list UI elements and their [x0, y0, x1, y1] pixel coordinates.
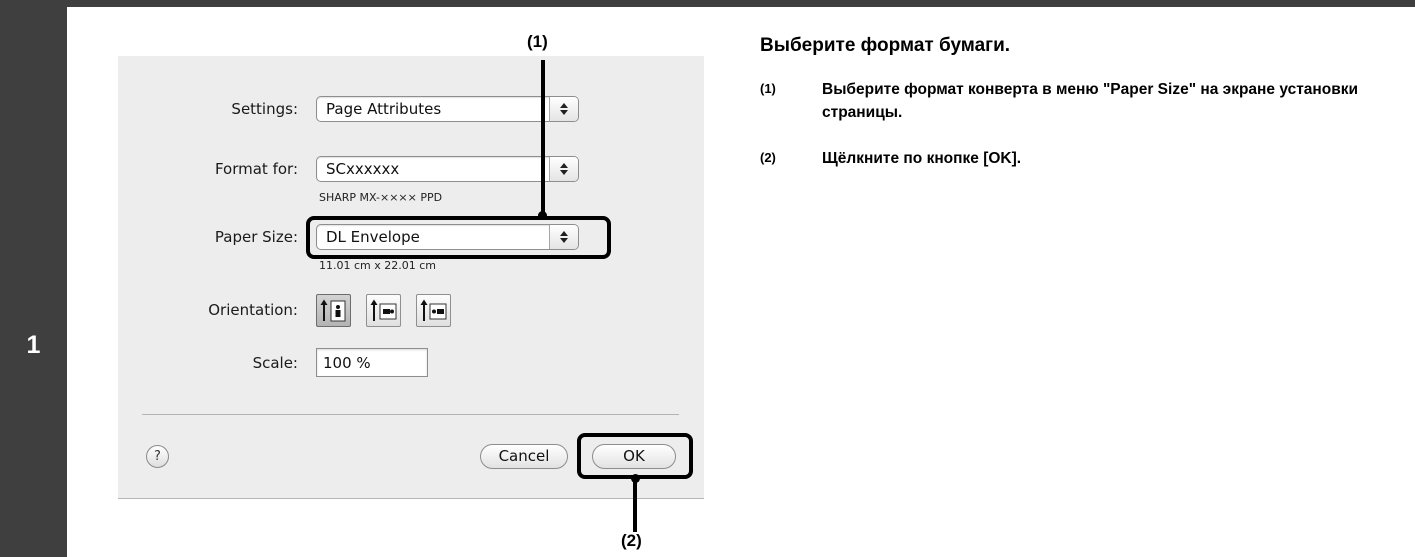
- step-sidebar: 1: [0, 0, 67, 557]
- callout-1-highlight: [306, 216, 611, 259]
- paper-dimensions-text: 11.01 cm x 22.01 cm: [319, 259, 437, 272]
- landscape-orientation-button[interactable]: [366, 294, 401, 327]
- orientation-label: Orientation:: [208, 301, 298, 319]
- callout-1-leader: [541, 60, 545, 216]
- scale-value: 100 %: [323, 354, 371, 372]
- landscape-reversed-orientation-button[interactable]: [416, 294, 451, 327]
- portrait-icon: [320, 299, 346, 322]
- settings-value: Page Attributes: [326, 100, 442, 118]
- instruction-1-text: Выберите формат конверта в меню "Paper S…: [822, 81, 1359, 121]
- format-for-popup[interactable]: SCxxxxxx: [316, 156, 579, 182]
- instruction-1-number: (1): [760, 81, 776, 96]
- instruction-2-text: Щёлкните по кнопке [OK].: [822, 150, 1022, 167]
- step-number: 1: [26, 331, 41, 359]
- dialog-separator: [142, 414, 679, 415]
- updown-arrows-icon: [549, 157, 578, 181]
- scale-input[interactable]: 100 %: [316, 348, 428, 377]
- help-button[interactable]: ?: [146, 445, 169, 468]
- updown-arrows-icon: [549, 97, 578, 121]
- landscape-icon: [370, 299, 397, 321]
- printer-model-text: SHARP MX-×××× PPD: [319, 191, 443, 204]
- callout-2-label: (2): [621, 531, 642, 550]
- callout-1-label: (1): [527, 32, 548, 51]
- callout-2-leader: [633, 478, 637, 532]
- paper-size-label: Paper Size:: [214, 228, 298, 246]
- format-for-value: SCxxxxxx: [326, 160, 400, 178]
- cancel-button[interactable]: Cancel: [480, 444, 568, 469]
- portrait-orientation-button[interactable]: [316, 294, 351, 327]
- header-rule: [0, 0, 1415, 7]
- landscape-reversed-icon: [420, 299, 447, 321]
- instruction-2-number: (2): [760, 150, 776, 165]
- format-for-label: Format for:: [214, 160, 298, 178]
- settings-popup[interactable]: Page Attributes: [316, 96, 579, 122]
- callout-2-highlight: [577, 433, 693, 479]
- scale-label: Scale:: [252, 354, 298, 372]
- instruction-heading: Выберите формат бумаги.: [760, 35, 1011, 56]
- settings-label: Settings:: [231, 100, 298, 118]
